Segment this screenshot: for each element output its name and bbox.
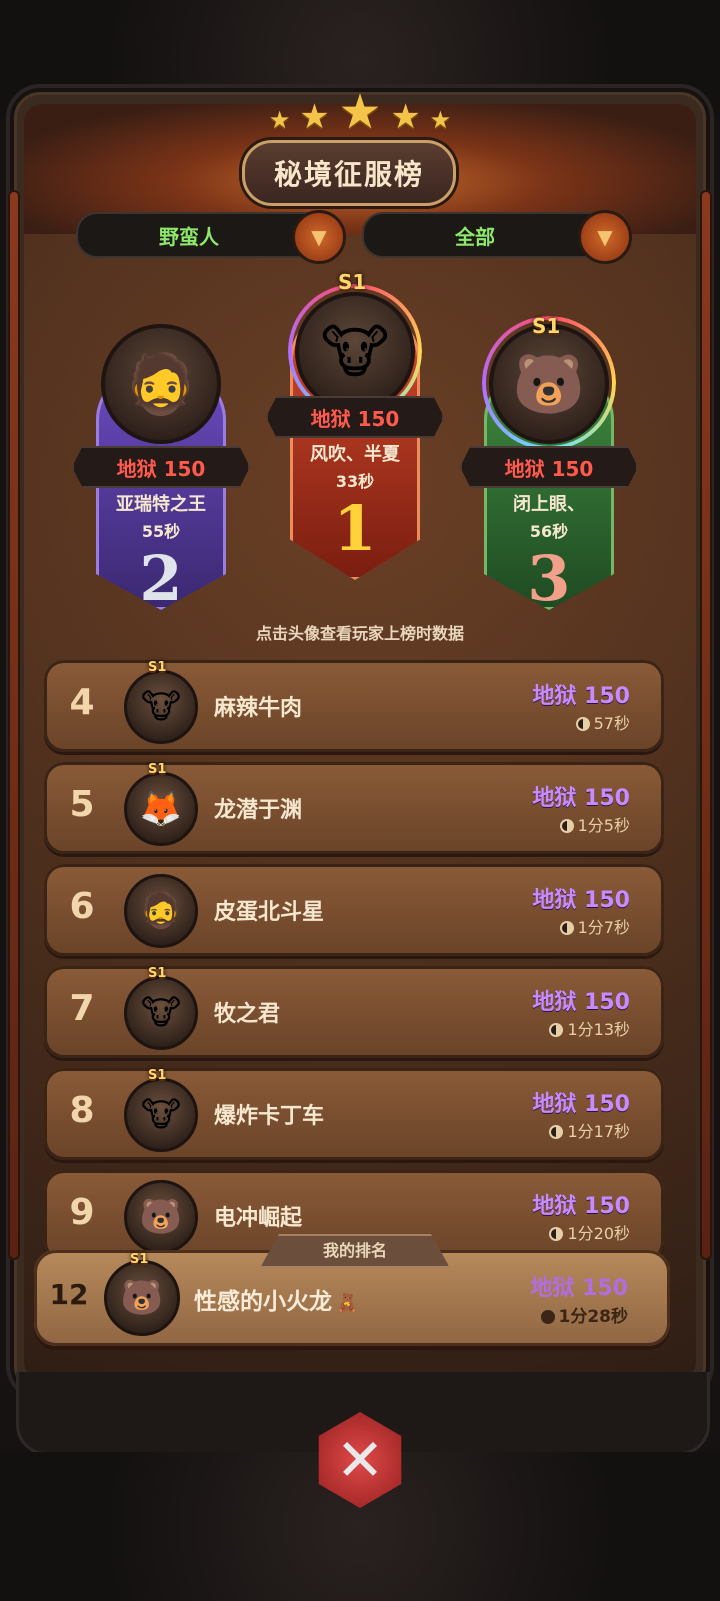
clear-time-value: 1分20秒 [567,1224,630,1243]
scope-filter-label: 全部 [455,224,495,249]
right-rail [700,190,712,1260]
rank-number: 4 [69,682,95,723]
left-rail [8,190,20,1260]
avatar[interactable]: 🐻 [124,1180,198,1254]
level-label: 地狱 150 [532,990,630,1015]
class-filter-label: 野蛮人 [159,224,219,249]
rank-number: 9 [69,1192,95,1233]
clear-time-value: 1分28秒 [558,1307,629,1327]
player-name: 亚瑞特之王 [116,494,206,515]
clear-time: 33秒 [335,472,375,491]
player-name-text: 性感的小火龙 [194,1289,332,1315]
player-name: 皮蛋北斗星 [214,900,325,925]
rank-number: 12 [49,1278,89,1311]
podium-second: 🧔 地狱 150 亚瑞特之王 55秒 2 [72,324,250,620]
clear-time-value: 1分5秒 [577,816,630,835]
clock-icon [549,1023,564,1037]
season-badge: S1 [148,762,167,777]
clock-icon [575,717,590,731]
rank-number: 8 [69,1090,95,1131]
clear-time: 1分17秒 [549,1118,630,1142]
avatar[interactable]: 🧔 [124,874,198,948]
star-icon: ★ [390,97,421,137]
clear-time: 57秒 [575,710,630,734]
avatar[interactable]: 🦊 [124,772,198,846]
clock-icon [559,921,574,935]
teddy-bear-icon: 🧸 [336,1293,359,1314]
avatar[interactable]: 🐮 [124,1078,198,1152]
level-label: 地狱 150 [532,1092,630,1117]
level-ribbon: 地狱 150 [72,446,250,488]
my-rank-tab: 我的排名 [260,1234,450,1268]
clear-time: 1分5秒 [559,812,630,836]
clear-time-value: 1分7秒 [577,918,630,937]
chevron-down-icon[interactable]: ▼ [578,210,632,264]
clock-icon [540,1310,555,1324]
level-label: 地狱 150 [532,684,630,709]
clear-time-value: 1分13秒 [567,1020,630,1039]
star-icon: ★ [429,106,452,134]
star-icon: ★ [299,97,330,137]
page-title: 秘境征服榜 [242,140,456,206]
clear-time: 1分13秒 [549,1016,630,1040]
rank-number: 6 [69,886,95,927]
clear-time: 55秒 [141,522,181,541]
clear-time-value: 57秒 [593,714,630,733]
player-name: 性感的小火龙 🧸 [194,1282,358,1316]
season-badge: S1 [148,966,167,981]
clock-icon [549,1227,564,1241]
avatar[interactable]: 🐮 [295,292,415,412]
rank-number: 2 [139,542,183,615]
clear-time: 1分28秒 [540,1302,629,1327]
avatar[interactable]: 🐮 [124,670,198,744]
season-badge: S1 [148,660,167,675]
level-ribbon: 地狱 150 [460,446,638,488]
season-badge: S1 [532,314,561,338]
player-name: 闭上眼、 [513,494,585,515]
player-name: 电冲崛起 [214,1206,303,1231]
leaderboard-row[interactable]: 6 🧔 皮蛋北斗星 地狱 150 1分7秒 [44,864,664,956]
rank-number: 7 [69,988,95,1029]
star-icon: ★ [268,106,291,134]
avatar[interactable]: 🧔 [101,324,221,444]
clear-time: 56秒 [529,522,569,541]
avatar[interactable]: 🐻 [489,324,609,444]
season-badge: S1 [338,270,367,294]
rank-number: 3 [527,542,571,615]
star-icon: ★ [338,84,382,140]
avatar-hint-text: 点击头像查看玩家上榜时数据 [255,624,464,643]
rank-number: 1 [333,492,377,565]
leaderboard-row[interactable]: 8 🐮 S1 爆炸卡丁车 地狱 150 1分17秒 [44,1068,664,1160]
player-name: 爆炸卡丁车 [214,1104,325,1129]
class-filter-dropdown[interactable]: 野蛮人 ▼ [76,210,346,264]
rank-number: 5 [69,784,95,825]
player-name: 龙潜于渊 [214,798,303,823]
level-label: 地狱 150 [532,1194,630,1219]
clock-icon [559,819,574,833]
avatar[interactable]: 🐮 [124,976,198,1050]
season-badge: S1 [130,1252,149,1267]
player-name: 麻辣牛肉 [214,696,303,721]
clear-time-value: 1分17秒 [567,1122,630,1141]
player-name: 牧之君 [214,1002,281,1027]
player-name: 风吹、半夏 [310,444,400,465]
season-badge: S1 [148,1068,167,1083]
chevron-down-icon[interactable]: ▼ [292,210,346,264]
scope-filter-dropdown[interactable]: 全部 ▼ [362,210,632,264]
level-label: 地狱 150 [530,1276,628,1301]
clock-icon [549,1125,564,1139]
leaderboard-row[interactable]: 4 🐮 S1 麻辣牛肉 地狱 150 57秒 [44,660,664,752]
level-label: 地狱 150 [532,888,630,913]
rating-stars: ★ ★ ★ ★ ★ [0,84,720,140]
level-label: 地狱 150 [532,786,630,811]
clear-time: 1分20秒 [549,1220,630,1244]
level-ribbon: 地狱 150 [266,396,444,438]
avatar[interactable]: 🐻 [104,1260,180,1336]
clear-time: 1分7秒 [559,914,630,938]
podium-first: 🐮 S1 地狱 150 风吹、半夏 33秒 1 [266,270,444,580]
leaderboard-row[interactable]: 5 🦊 S1 龙潜于渊 地狱 150 1分5秒 [44,762,664,854]
leaderboard-row[interactable]: 7 🐮 S1 牧之君 地狱 150 1分13秒 [44,966,664,1058]
podium-third: 🐻 S1 地狱 150 闭上眼、 56秒 3 [460,314,638,620]
